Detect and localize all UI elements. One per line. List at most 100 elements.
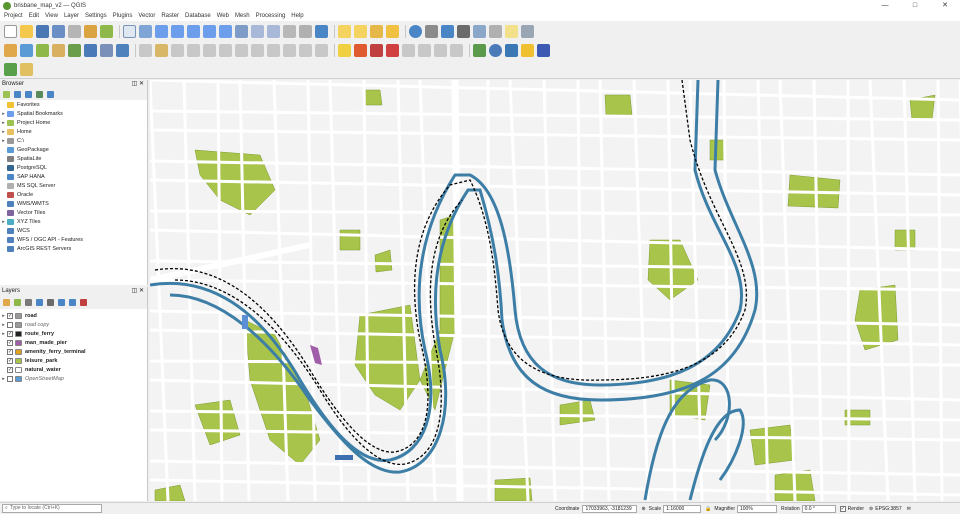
toggle-editing-icon[interactable] bbox=[155, 44, 168, 57]
lock-icon[interactable]: 🔒 bbox=[705, 506, 711, 512]
expand-arrow-icon[interactable]: ▸ bbox=[0, 219, 7, 225]
layer-visibility-checkbox[interactable] bbox=[7, 321, 13, 328]
layer-visibility-checkbox[interactable]: ✓ bbox=[7, 348, 13, 355]
zoom-last-icon[interactable] bbox=[251, 24, 264, 38]
add-selected-icon[interactable] bbox=[3, 91, 10, 98]
refresh-browser-icon[interactable] bbox=[14, 91, 21, 98]
coordinate-field[interactable]: 17033963, -3181239 bbox=[582, 504, 638, 513]
layer-item[interactable]: ✓ natural_water bbox=[0, 365, 147, 374]
layer-visibility-checkbox[interactable]: ✓ bbox=[7, 357, 13, 364]
browser-item[interactable]: Vector Tiles bbox=[0, 208, 147, 217]
statistics-sum-icon[interactable] bbox=[457, 24, 470, 38]
close-panel-icon[interactable]: ◫ ✕ bbox=[132, 287, 144, 296]
python-console-icon[interactable] bbox=[505, 44, 518, 57]
new-map-view-icon[interactable] bbox=[283, 24, 296, 38]
paste-icon[interactable] bbox=[283, 44, 296, 57]
filter-expression-icon[interactable] bbox=[47, 299, 54, 306]
cut-icon[interactable] bbox=[251, 44, 264, 57]
rotation-field[interactable]: 0.0 ° bbox=[801, 504, 836, 513]
browser-item[interactable]: ArcGIS REST Servers bbox=[0, 244, 147, 253]
add-wfs-icon[interactable] bbox=[116, 44, 129, 57]
menu-plugins[interactable]: Plugins bbox=[113, 13, 133, 19]
layer-visibility-checkbox[interactable]: ✓ bbox=[7, 339, 13, 346]
menu-view[interactable]: View bbox=[45, 13, 58, 19]
browser-item[interactable]: ▸ C:\ bbox=[0, 136, 147, 145]
layer-visibility-checkbox[interactable] bbox=[7, 375, 13, 382]
layout-manager-icon[interactable] bbox=[84, 24, 97, 38]
map-view[interactable] bbox=[150, 80, 960, 501]
data-source-manager-icon[interactable] bbox=[4, 44, 17, 57]
browser-item[interactable]: WMS/WMTS bbox=[0, 199, 147, 208]
layer-item[interactable]: ✓ amenity_ferry_terminal bbox=[0, 347, 147, 356]
modify-attributes-icon[interactable] bbox=[219, 44, 232, 57]
menu-help[interactable]: Help bbox=[291, 13, 303, 19]
deselect-icon[interactable] bbox=[370, 24, 383, 38]
save-project-icon[interactable] bbox=[36, 24, 49, 38]
add-delimited-text-icon[interactable] bbox=[68, 44, 81, 57]
properties-icon[interactable] bbox=[47, 91, 54, 98]
plugin-tool-2-icon[interactable] bbox=[20, 62, 33, 76]
expand-arrow-icon[interactable]: ▸ bbox=[0, 313, 7, 319]
close-panel-icon[interactable]: ◫ ✕ bbox=[132, 80, 144, 89]
current-edits-icon[interactable] bbox=[139, 44, 152, 57]
plugin-tool-icon[interactable] bbox=[4, 62, 17, 76]
add-vector-icon[interactable] bbox=[36, 44, 49, 57]
menu-database[interactable]: Database bbox=[185, 13, 211, 19]
attribute-table-icon[interactable] bbox=[473, 24, 486, 38]
menu-processing[interactable]: Processing bbox=[256, 13, 286, 19]
zoom-selection-icon[interactable] bbox=[203, 24, 216, 38]
browser-item[interactable]: Oracle bbox=[0, 190, 147, 199]
collapse-all-icon[interactable] bbox=[36, 91, 43, 98]
save-edits-icon[interactable] bbox=[171, 44, 184, 57]
layer-style-icon[interactable] bbox=[3, 299, 10, 306]
menu-settings[interactable]: Settings bbox=[85, 13, 107, 19]
move-label-icon[interactable] bbox=[402, 44, 415, 57]
delete-selected-icon[interactable] bbox=[235, 44, 248, 57]
layer-item[interactable]: ✓ man_made_pier bbox=[0, 338, 147, 347]
action-icon[interactable] bbox=[425, 24, 438, 38]
menu-project[interactable]: Project bbox=[4, 13, 23, 19]
digitize-icon[interactable] bbox=[187, 44, 200, 57]
zoom-layer-icon[interactable] bbox=[219, 24, 232, 38]
locator-input[interactable]: ⌕ Type to locate (Ctrl+K) bbox=[2, 504, 102, 513]
browser-item[interactable]: PostgreSQL bbox=[0, 163, 147, 172]
minimize-button[interactable]: — bbox=[870, 0, 900, 11]
copy-icon[interactable] bbox=[267, 44, 280, 57]
layer-visibility-checkbox[interactable]: ✓ bbox=[7, 366, 13, 373]
manage-map-themes-icon[interactable] bbox=[25, 299, 32, 306]
close-button[interactable]: ✕ bbox=[930, 0, 960, 11]
layer-visibility-checkbox[interactable]: ✓ bbox=[7, 330, 13, 337]
open-project-icon[interactable] bbox=[20, 24, 33, 38]
expand-arrow-icon[interactable]: ▸ bbox=[0, 322, 7, 328]
filter-legend-icon[interactable] bbox=[36, 299, 43, 306]
magnifier-field[interactable]: 100% bbox=[737, 504, 777, 513]
layer-item[interactable]: ▸ road copy bbox=[0, 320, 147, 329]
select-features-icon[interactable] bbox=[338, 24, 351, 38]
zoom-in-icon[interactable] bbox=[155, 24, 168, 38]
redo-icon[interactable] bbox=[315, 44, 328, 57]
expand-all-icon[interactable] bbox=[58, 299, 65, 306]
crs-status[interactable]: EPSG:3857 bbox=[875, 506, 901, 512]
pin-labels-icon[interactable] bbox=[370, 44, 383, 57]
filter-icon[interactable] bbox=[25, 91, 32, 98]
layer-item[interactable]: ✓ leisure_park bbox=[0, 356, 147, 365]
refresh-icon[interactable] bbox=[315, 24, 328, 38]
add-postgis-icon[interactable] bbox=[84, 44, 97, 57]
browser-item[interactable]: ▸ Spatial Bookmarks bbox=[0, 109, 147, 118]
label-properties-icon[interactable] bbox=[450, 44, 463, 57]
pan-to-selection-icon[interactable] bbox=[139, 24, 152, 38]
remove-layer-icon[interactable] bbox=[80, 299, 87, 306]
layer-item[interactable]: ▸ ✓ route_ferry bbox=[0, 329, 147, 338]
browser-item[interactable]: Favorites bbox=[0, 100, 147, 109]
print-layout-icon[interactable] bbox=[68, 24, 81, 38]
vertex-tool-icon[interactable] bbox=[203, 44, 216, 57]
select-by-expression-icon[interactable] bbox=[354, 24, 367, 38]
layer-visibility-checkbox[interactable]: ✓ bbox=[7, 312, 13, 319]
expand-arrow-icon[interactable]: ▸ bbox=[0, 111, 7, 117]
browser-item[interactable]: WFS / OGC API - Features bbox=[0, 235, 147, 244]
browser-item[interactable]: SpatiaLite bbox=[0, 154, 147, 163]
menu-mesh[interactable]: Mesh bbox=[235, 13, 250, 19]
diagram-icon[interactable] bbox=[354, 44, 367, 57]
pan-map-icon[interactable] bbox=[123, 24, 136, 38]
help-icon[interactable] bbox=[537, 44, 550, 57]
